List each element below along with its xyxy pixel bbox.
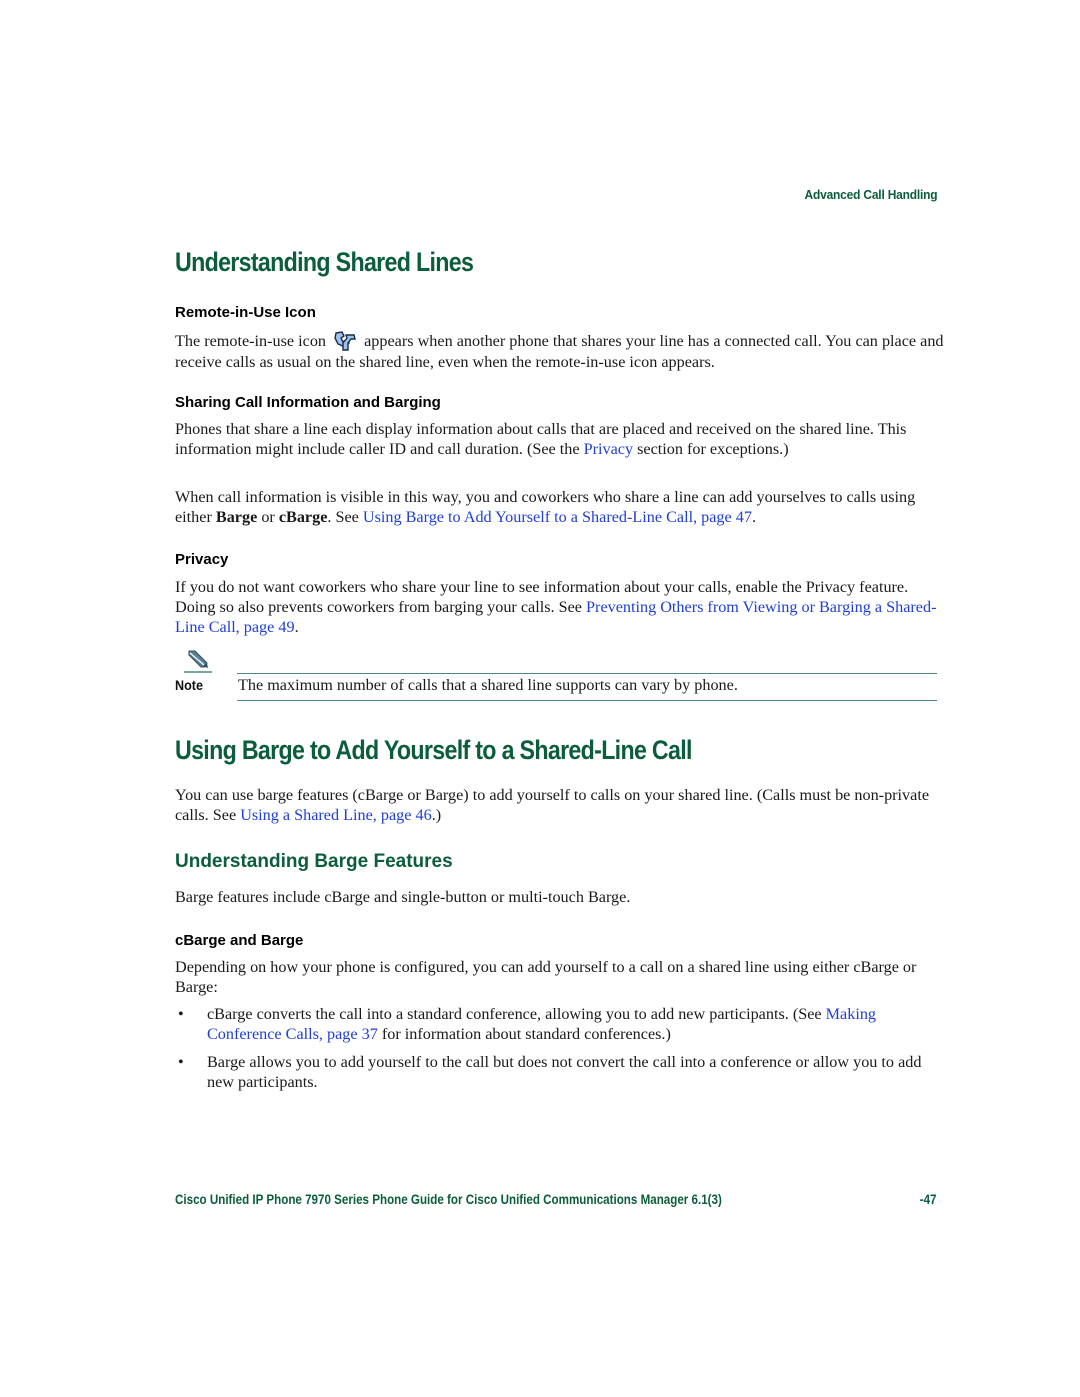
cbarge-term: cBarge — [278, 508, 328, 526]
text: or — [257, 508, 279, 526]
heading-privacy: Privacy — [175, 551, 229, 568]
paragraph-barge-visibility: When call information is visible in this… — [175, 487, 945, 527]
text: . See — [327, 508, 363, 526]
text: .) — [431, 806, 442, 824]
pencil-icon — [183, 649, 213, 673]
paragraph-remote-in-use: The remote-in-use icon appears when anot… — [175, 330, 945, 372]
bullet-icon: • — [178, 1053, 184, 1071]
note-text: The maximum number of calls that a share… — [238, 676, 738, 694]
document-page: Advanced Call Handling Understanding Sha… — [0, 0, 1080, 1397]
text: for information about standard conferenc… — [377, 1025, 671, 1043]
paragraph-barge-features: Barge features include cBarge and single… — [175, 888, 631, 906]
paragraph-cbarge-intro: Depending on how your phone is configure… — [175, 958, 917, 996]
text: Phones that share a line each display in… — [175, 420, 907, 458]
heading-remote-in-use-icon: Remote-in-Use Icon — [175, 304, 316, 321]
section-title-using-barge: Using Barge to Add Yourself to a Shared-… — [175, 735, 692, 765]
note-label: Note — [175, 677, 204, 693]
list-item: • cBarge converts the call into a standa… — [175, 1004, 945, 1044]
text: Barge allows you to add yourself to the … — [207, 1053, 922, 1091]
remote-in-use-phone-icon — [332, 330, 358, 352]
subsection-title-barge-features: Understanding Barge Features — [175, 851, 453, 872]
paragraph-privacy: If you do not want coworkers who share y… — [175, 577, 945, 637]
list-item: • Barge allows you to add yourself to th… — [175, 1052, 945, 1092]
using-shared-line-link[interactable]: Using a Shared Line, page 46 — [240, 806, 432, 824]
page-number: -47 — [920, 1192, 937, 1207]
text: cBarge converts the call into a standard… — [207, 1005, 826, 1023]
note-bottom-rule — [237, 700, 937, 701]
running-header: Advanced Call Handling — [804, 187, 937, 202]
paragraph-sharing-info: Phones that share a line each display in… — [175, 419, 945, 459]
using-barge-link[interactable]: Using Barge to Add Yourself to a Shared-… — [363, 508, 752, 526]
footer-document-title: Cisco Unified IP Phone 7970 Series Phone… — [175, 1192, 722, 1207]
text: The remote-in-use icon — [175, 332, 327, 350]
heading-cbarge-and-barge: cBarge and Barge — [175, 932, 304, 949]
section-title-shared-lines: Understanding Shared Lines — [175, 247, 474, 277]
privacy-link[interactable]: Privacy — [584, 440, 633, 458]
text: section for exceptions.) — [633, 440, 789, 458]
barge-term: Barge — [215, 508, 258, 526]
cbarge-bullet-list: • cBarge converts the call into a standa… — [175, 1004, 945, 1100]
text: . — [751, 508, 756, 526]
bullet-icon: • — [178, 1005, 184, 1023]
text: . — [294, 618, 299, 636]
paragraph-barge-intro: You can use barge features (cBarge or Ba… — [175, 785, 945, 825]
heading-sharing-call-information: Sharing Call Information and Barging — [175, 394, 441, 411]
note-top-rule — [237, 673, 937, 674]
